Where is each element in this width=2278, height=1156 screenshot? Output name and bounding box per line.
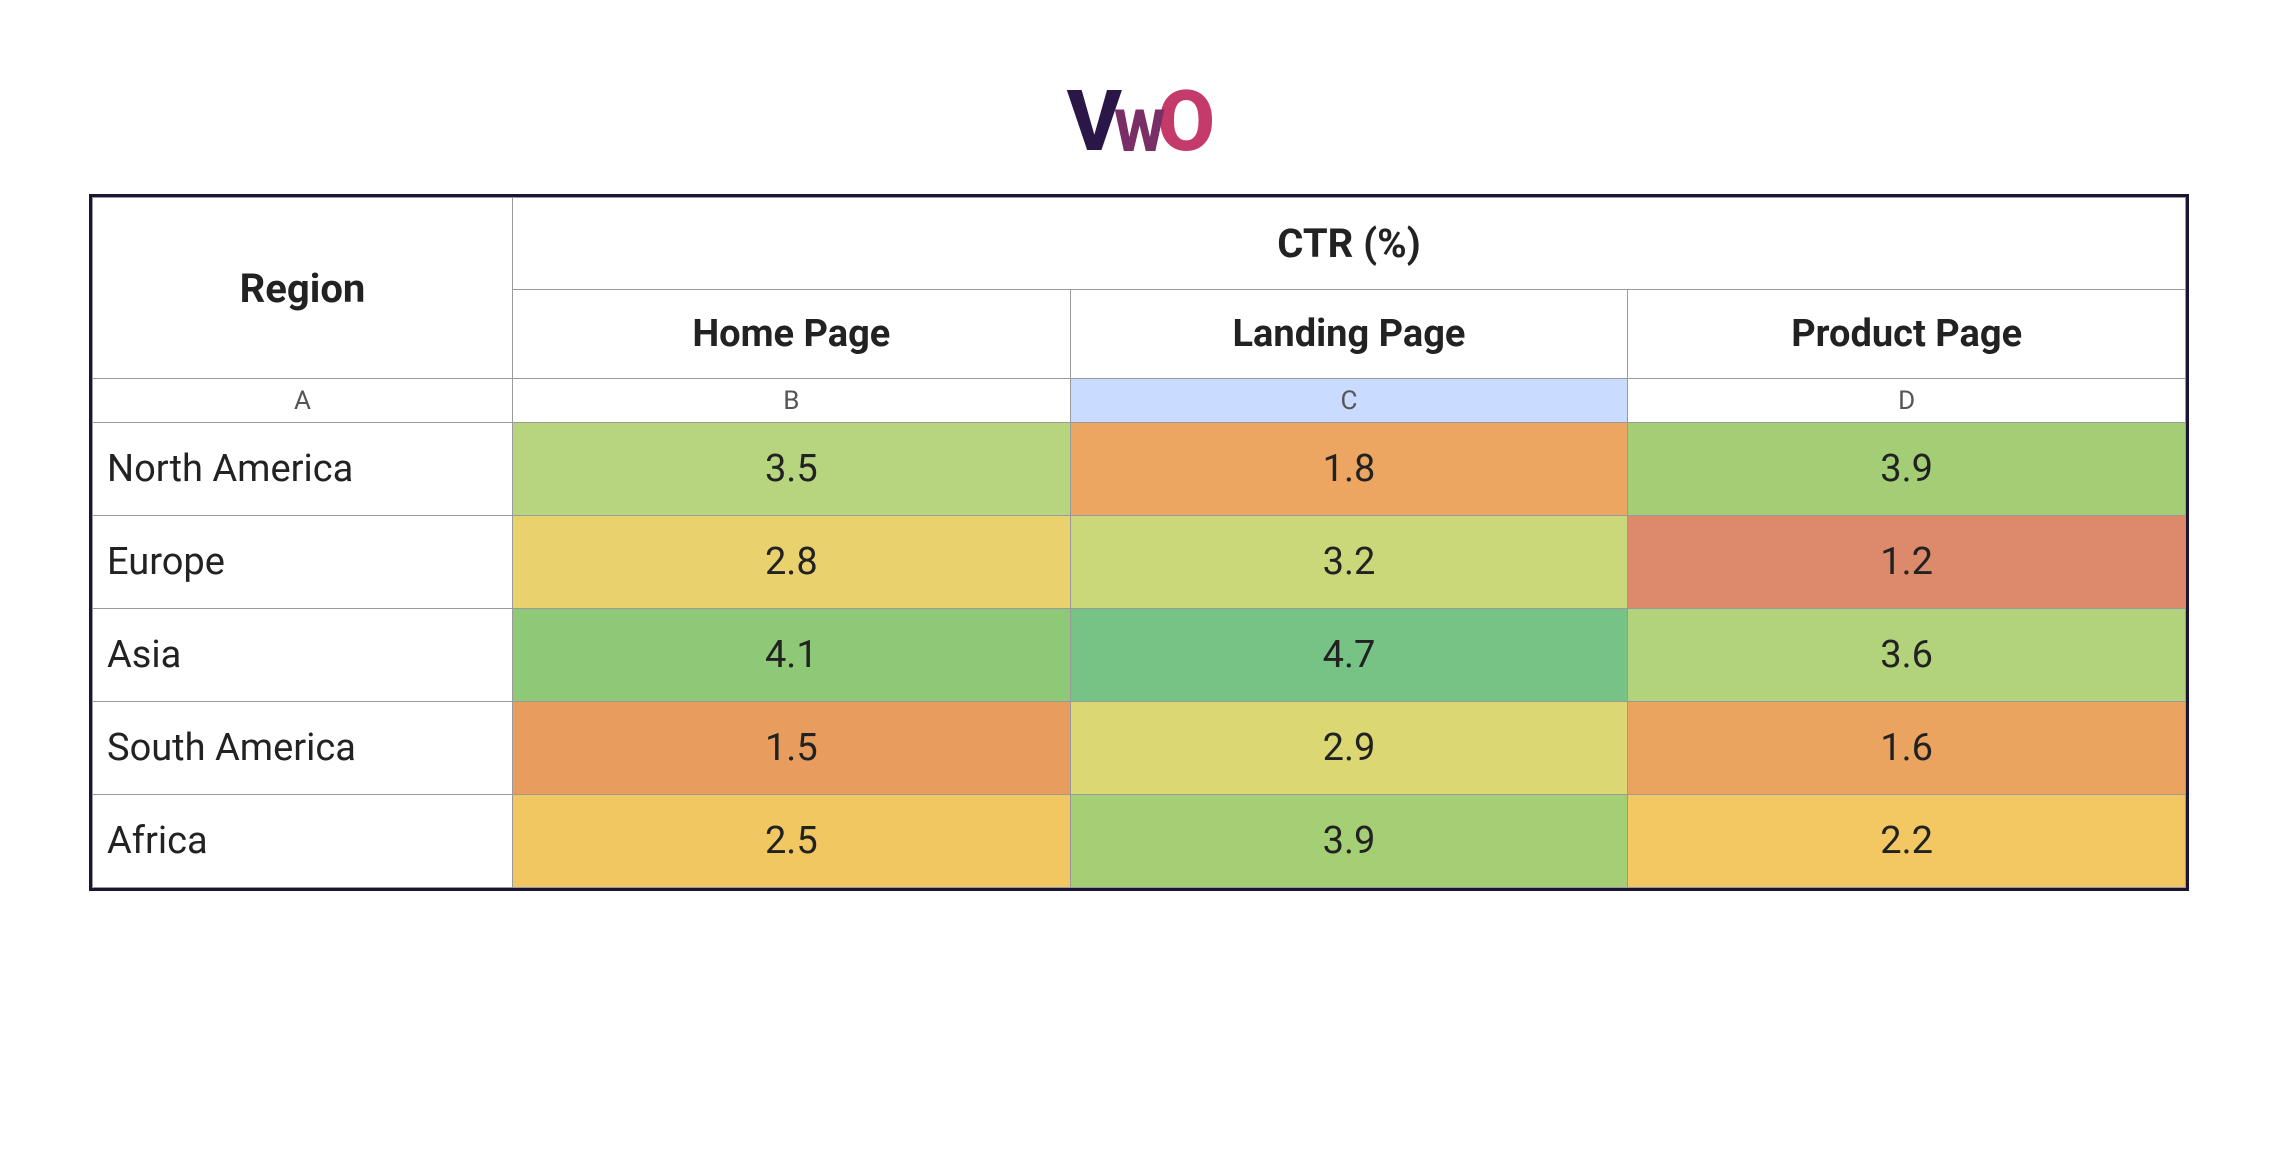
table-row: South America 1.5 2.9 1.6 <box>93 702 2186 795</box>
table-row: North America 3.5 1.8 3.9 <box>93 423 2186 516</box>
value-cell[interactable]: 3.5 <box>513 423 1071 516</box>
value-cell[interactable]: 2.2 <box>1628 795 2186 888</box>
value-cell[interactable]: 3.2 <box>1070 516 1628 609</box>
logo-wrap: V W O <box>0 80 2278 164</box>
region-cell[interactable]: Africa <box>93 795 513 888</box>
col-letter-c[interactable]: C <box>1070 379 1628 423</box>
col-letter-d[interactable]: D <box>1628 379 2186 423</box>
value-cell[interactable]: 2.9 <box>1070 702 1628 795</box>
value-cell[interactable]: 2.5 <box>513 795 1071 888</box>
header-home-page: Home Page <box>513 290 1071 379</box>
region-cell[interactable]: Asia <box>93 609 513 702</box>
value-cell[interactable]: 1.6 <box>1628 702 2186 795</box>
value-cell[interactable]: 4.1 <box>513 609 1071 702</box>
column-letters-row: A B C D <box>93 379 2186 423</box>
value-cell[interactable]: 3.6 <box>1628 609 2186 702</box>
logo-letter-w: W <box>1114 103 1161 162</box>
page: V W O A B C D Region CTR (%) Home Pa <box>0 0 2278 891</box>
heatmap-table-container: A B C D Region CTR (%) Home Page Landing… <box>89 194 2189 891</box>
value-cell[interactable]: 1.2 <box>1628 516 2186 609</box>
col-letter-a[interactable]: A <box>93 379 513 423</box>
col-letter-b[interactable]: B <box>513 379 1071 423</box>
value-cell[interactable]: 4.7 <box>1070 609 1628 702</box>
logo-letter-o: O <box>1157 80 1211 164</box>
value-cell[interactable]: 2.8 <box>513 516 1071 609</box>
header-product-page: Product Page <box>1628 290 2186 379</box>
value-cell[interactable]: 3.9 <box>1070 795 1628 888</box>
table-row: Africa 2.5 3.9 2.2 <box>93 795 2186 888</box>
heatmap-table: A B C D Region CTR (%) Home Page Landing… <box>92 197 2186 888</box>
value-cell[interactable]: 1.5 <box>513 702 1071 795</box>
table-row: Asia 4.1 4.7 3.6 <box>93 609 2186 702</box>
table-row: Europe 2.8 3.2 1.2 <box>93 516 2186 609</box>
header-metric: CTR (%) <box>513 198 2186 290</box>
brand-logo: V W O <box>1067 80 1211 164</box>
value-cell[interactable]: 3.9 <box>1628 423 2186 516</box>
table-body: North America 3.5 1.8 3.9 Europe 2.8 3.2… <box>93 423 2186 888</box>
region-cell[interactable]: South America <box>93 702 513 795</box>
region-cell[interactable]: Europe <box>93 516 513 609</box>
value-cell[interactable]: 1.8 <box>1070 423 1628 516</box>
header-landing-page: Landing Page <box>1070 290 1628 379</box>
header-region: Region <box>93 198 513 379</box>
region-cell[interactable]: North America <box>93 423 513 516</box>
logo-letter-v: V <box>1067 80 1118 164</box>
